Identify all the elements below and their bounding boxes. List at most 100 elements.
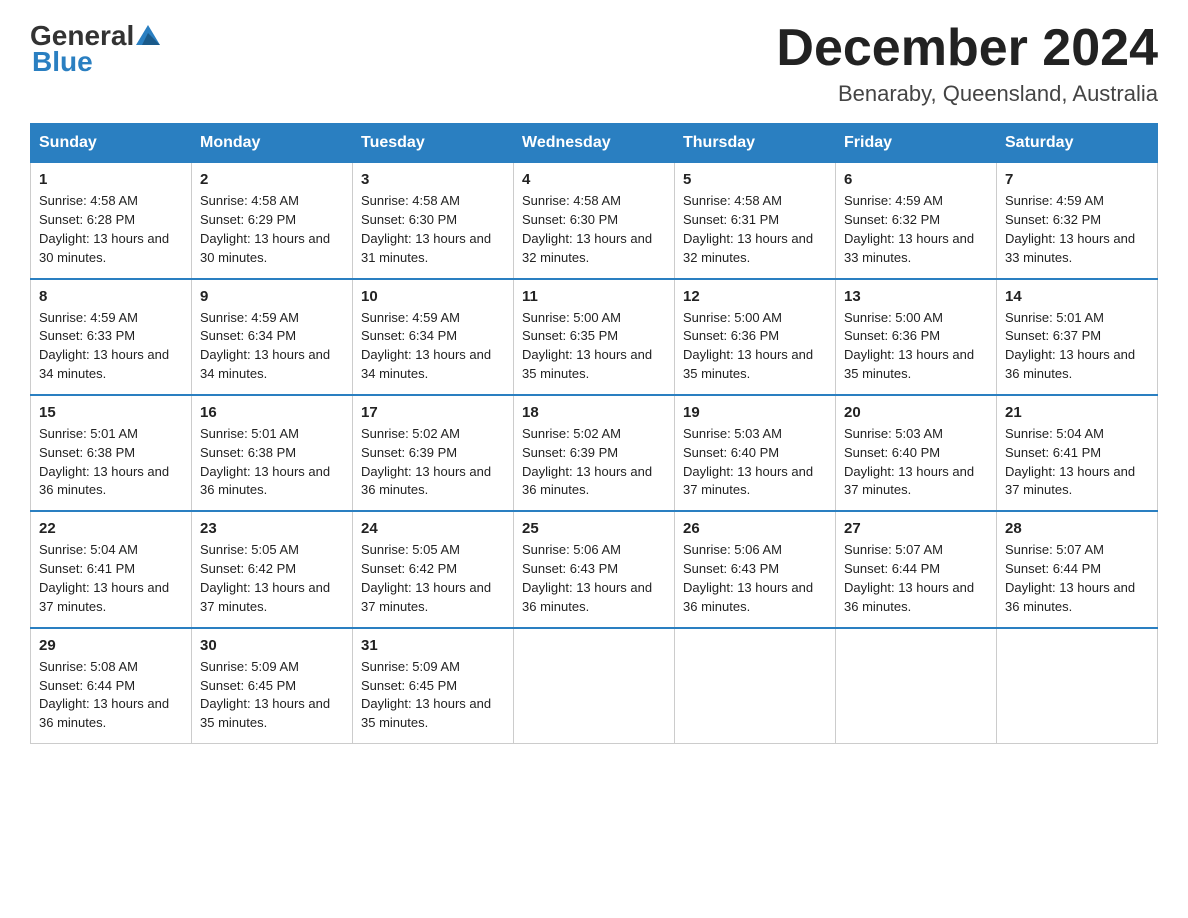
calendar-cell: 18 Sunrise: 5:02 AMSunset: 6:39 PMDaylig… — [514, 395, 675, 511]
logo-blue-text: Blue — [32, 46, 93, 78]
calendar-cell: 27 Sunrise: 5:07 AMSunset: 6:44 PMDaylig… — [836, 511, 997, 627]
day-number: 29 — [39, 637, 183, 654]
calendar-cell: 20 Sunrise: 5:03 AMSunset: 6:40 PMDaylig… — [836, 395, 997, 511]
day-number: 27 — [844, 520, 988, 537]
day-info: Sunrise: 5:01 AMSunset: 6:37 PMDaylight:… — [1005, 309, 1149, 384]
day-number: 2 — [200, 171, 344, 188]
day-number: 19 — [683, 404, 827, 421]
day-info: Sunrise: 5:02 AMSunset: 6:39 PMDaylight:… — [361, 425, 505, 500]
calendar-cell: 10 Sunrise: 4:59 AMSunset: 6:34 PMDaylig… — [353, 279, 514, 395]
day-info: Sunrise: 5:00 AMSunset: 6:36 PMDaylight:… — [683, 309, 827, 384]
day-number: 9 — [200, 288, 344, 305]
calendar-cell: 1 Sunrise: 4:58 AMSunset: 6:28 PMDayligh… — [31, 163, 192, 279]
day-info: Sunrise: 4:58 AMSunset: 6:28 PMDaylight:… — [39, 192, 183, 267]
day-number: 12 — [683, 288, 827, 305]
calendar-cell: 22 Sunrise: 5:04 AMSunset: 6:41 PMDaylig… — [31, 511, 192, 627]
day-number: 26 — [683, 520, 827, 537]
day-number: 23 — [200, 520, 344, 537]
day-number: 28 — [1005, 520, 1149, 537]
calendar-cell: 15 Sunrise: 5:01 AMSunset: 6:38 PMDaylig… — [31, 395, 192, 511]
day-number: 31 — [361, 637, 505, 654]
day-number: 30 — [200, 637, 344, 654]
header-row: Sunday Monday Tuesday Wednesday Thursday… — [31, 124, 1158, 163]
day-info: Sunrise: 5:07 AMSunset: 6:44 PMDaylight:… — [844, 541, 988, 616]
day-info: Sunrise: 4:58 AMSunset: 6:29 PMDaylight:… — [200, 192, 344, 267]
day-info: Sunrise: 5:00 AMSunset: 6:36 PMDaylight:… — [844, 309, 988, 384]
calendar-cell: 25 Sunrise: 5:06 AMSunset: 6:43 PMDaylig… — [514, 511, 675, 627]
calendar-cell: 30 Sunrise: 5:09 AMSunset: 6:45 PMDaylig… — [192, 628, 353, 744]
calendar-cell: 24 Sunrise: 5:05 AMSunset: 6:42 PMDaylig… — [353, 511, 514, 627]
day-info: Sunrise: 5:03 AMSunset: 6:40 PMDaylight:… — [844, 425, 988, 500]
day-number: 17 — [361, 404, 505, 421]
col-friday: Friday — [836, 124, 997, 163]
day-number: 1 — [39, 171, 183, 188]
day-info: Sunrise: 5:09 AMSunset: 6:45 PMDaylight:… — [361, 658, 505, 733]
calendar-cell: 7 Sunrise: 4:59 AMSunset: 6:32 PMDayligh… — [997, 163, 1158, 279]
day-info: Sunrise: 5:05 AMSunset: 6:42 PMDaylight:… — [361, 541, 505, 616]
day-number: 15 — [39, 404, 183, 421]
day-info: Sunrise: 5:03 AMSunset: 6:40 PMDaylight:… — [683, 425, 827, 500]
calendar-cell: 19 Sunrise: 5:03 AMSunset: 6:40 PMDaylig… — [675, 395, 836, 511]
day-number: 3 — [361, 171, 505, 188]
day-number: 14 — [1005, 288, 1149, 305]
calendar-week-row: 29 Sunrise: 5:08 AMSunset: 6:44 PMDaylig… — [31, 628, 1158, 744]
day-info: Sunrise: 5:04 AMSunset: 6:41 PMDaylight:… — [1005, 425, 1149, 500]
location-subtitle: Benaraby, Queensland, Australia — [776, 81, 1158, 107]
calendar-week-row: 22 Sunrise: 5:04 AMSunset: 6:41 PMDaylig… — [31, 511, 1158, 627]
day-number: 4 — [522, 171, 666, 188]
month-title: December 2024 — [776, 20, 1158, 77]
day-info: Sunrise: 4:59 AMSunset: 6:33 PMDaylight:… — [39, 309, 183, 384]
day-number: 21 — [1005, 404, 1149, 421]
day-number: 6 — [844, 171, 988, 188]
calendar-table: Sunday Monday Tuesday Wednesday Thursday… — [30, 123, 1158, 744]
calendar-body: 1 Sunrise: 4:58 AMSunset: 6:28 PMDayligh… — [31, 163, 1158, 744]
day-info: Sunrise: 5:00 AMSunset: 6:35 PMDaylight:… — [522, 309, 666, 384]
col-saturday: Saturday — [997, 124, 1158, 163]
calendar-cell: 2 Sunrise: 4:58 AMSunset: 6:29 PMDayligh… — [192, 163, 353, 279]
col-thursday: Thursday — [675, 124, 836, 163]
calendar-cell — [514, 628, 675, 744]
calendar-cell: 21 Sunrise: 5:04 AMSunset: 6:41 PMDaylig… — [997, 395, 1158, 511]
logo-icon — [136, 23, 160, 47]
day-number: 18 — [522, 404, 666, 421]
col-tuesday: Tuesday — [353, 124, 514, 163]
calendar-header: Sunday Monday Tuesday Wednesday Thursday… — [31, 124, 1158, 163]
col-monday: Monday — [192, 124, 353, 163]
calendar-cell: 6 Sunrise: 4:59 AMSunset: 6:32 PMDayligh… — [836, 163, 997, 279]
calendar-cell — [675, 628, 836, 744]
day-info: Sunrise: 4:59 AMSunset: 6:34 PMDaylight:… — [361, 309, 505, 384]
day-number: 24 — [361, 520, 505, 537]
calendar-cell: 4 Sunrise: 4:58 AMSunset: 6:30 PMDayligh… — [514, 163, 675, 279]
day-info: Sunrise: 4:58 AMSunset: 6:30 PMDaylight:… — [361, 192, 505, 267]
day-info: Sunrise: 5:01 AMSunset: 6:38 PMDaylight:… — [39, 425, 183, 500]
calendar-cell: 8 Sunrise: 4:59 AMSunset: 6:33 PMDayligh… — [31, 279, 192, 395]
day-info: Sunrise: 5:07 AMSunset: 6:44 PMDaylight:… — [1005, 541, 1149, 616]
col-wednesday: Wednesday — [514, 124, 675, 163]
day-info: Sunrise: 4:58 AMSunset: 6:30 PMDaylight:… — [522, 192, 666, 267]
day-number: 8 — [39, 288, 183, 305]
day-info: Sunrise: 5:06 AMSunset: 6:43 PMDaylight:… — [683, 541, 827, 616]
calendar-cell: 31 Sunrise: 5:09 AMSunset: 6:45 PMDaylig… — [353, 628, 514, 744]
calendar-cell: 9 Sunrise: 4:59 AMSunset: 6:34 PMDayligh… — [192, 279, 353, 395]
calendar-cell: 29 Sunrise: 5:08 AMSunset: 6:44 PMDaylig… — [31, 628, 192, 744]
day-info: Sunrise: 5:01 AMSunset: 6:38 PMDaylight:… — [200, 425, 344, 500]
calendar-week-row: 8 Sunrise: 4:59 AMSunset: 6:33 PMDayligh… — [31, 279, 1158, 395]
day-info: Sunrise: 5:02 AMSunset: 6:39 PMDaylight:… — [522, 425, 666, 500]
calendar-week-row: 1 Sunrise: 4:58 AMSunset: 6:28 PMDayligh… — [31, 163, 1158, 279]
day-info: Sunrise: 4:58 AMSunset: 6:31 PMDaylight:… — [683, 192, 827, 267]
calendar-cell: 16 Sunrise: 5:01 AMSunset: 6:38 PMDaylig… — [192, 395, 353, 511]
calendar-cell: 5 Sunrise: 4:58 AMSunset: 6:31 PMDayligh… — [675, 163, 836, 279]
calendar-cell: 13 Sunrise: 5:00 AMSunset: 6:36 PMDaylig… — [836, 279, 997, 395]
logo: General Blue — [30, 20, 160, 78]
day-info: Sunrise: 5:08 AMSunset: 6:44 PMDaylight:… — [39, 658, 183, 733]
day-info: Sunrise: 4:59 AMSunset: 6:32 PMDaylight:… — [1005, 192, 1149, 267]
day-info: Sunrise: 5:05 AMSunset: 6:42 PMDaylight:… — [200, 541, 344, 616]
day-number: 25 — [522, 520, 666, 537]
calendar-week-row: 15 Sunrise: 5:01 AMSunset: 6:38 PMDaylig… — [31, 395, 1158, 511]
calendar-cell: 11 Sunrise: 5:00 AMSunset: 6:35 PMDaylig… — [514, 279, 675, 395]
calendar-cell: 12 Sunrise: 5:00 AMSunset: 6:36 PMDaylig… — [675, 279, 836, 395]
day-number: 13 — [844, 288, 988, 305]
day-info: Sunrise: 4:59 AMSunset: 6:32 PMDaylight:… — [844, 192, 988, 267]
calendar-cell: 23 Sunrise: 5:05 AMSunset: 6:42 PMDaylig… — [192, 511, 353, 627]
day-number: 7 — [1005, 171, 1149, 188]
